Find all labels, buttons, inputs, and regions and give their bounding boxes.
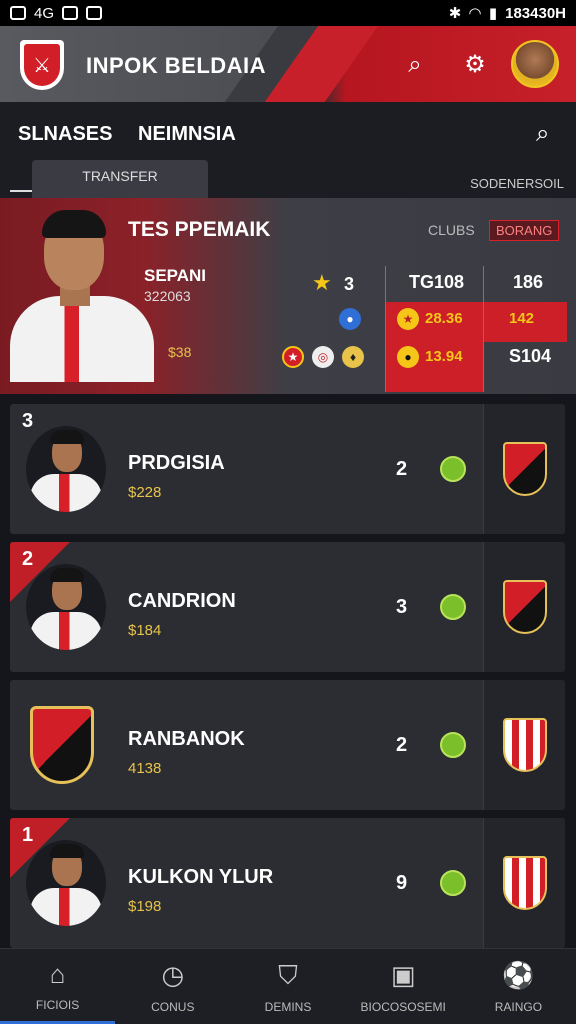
club-crest-icon xyxy=(502,718,547,772)
player-value: $228 xyxy=(128,484,162,501)
sort-label[interactable]: SODENERSOIL xyxy=(470,176,564,191)
stat-low-2: S104 xyxy=(509,346,552,366)
club-crest-icon xyxy=(502,442,547,496)
green-coin-icon[interactable] xyxy=(440,594,466,620)
avatar[interactable] xyxy=(511,40,559,88)
tab-neimnsia[interactable]: NEIMNSIA xyxy=(138,123,236,146)
green-coin-icon[interactable] xyxy=(440,456,466,482)
nav-item-conus[interactable]: ◷ CONUS xyxy=(115,949,230,1024)
app-notification-icon xyxy=(10,6,26,20)
player-count: 2 xyxy=(396,458,408,480)
nav-item-biocososemi[interactable]: ▣ BIOCOSOSEMI xyxy=(346,949,461,1024)
bottom-navigation: ⌂ FICIOIS ◷ CONUS ⛉ DEMINS ▣ BIOCOSOSEMI… xyxy=(0,948,576,1024)
gold-badge-icon: ♦ xyxy=(342,346,364,368)
bluetooth-icon: ✱ xyxy=(448,5,462,22)
stat-low-1: 13.94 xyxy=(425,348,463,365)
player-value: 4138 xyxy=(128,760,162,777)
app-title: INPOK BELDAIA xyxy=(86,53,267,78)
club-crest-icon xyxy=(30,706,94,784)
player-photo xyxy=(26,564,106,650)
nav-item-ficiois[interactable]: ⌂ FICIOIS xyxy=(0,949,116,1024)
player-name: RANBANOK xyxy=(128,728,245,750)
nav-item-demins[interactable]: ⛉ DEMINS xyxy=(230,949,345,1024)
tab-underline xyxy=(10,190,32,192)
coin-icon: ● xyxy=(397,346,419,368)
battery-icon: ▮ xyxy=(488,5,498,22)
nav-label: DEMINS xyxy=(264,999,312,1014)
nav-label: BIOCOSOSEMI xyxy=(360,999,446,1014)
list-item[interactable]: 2 CANDRION $184 3 xyxy=(10,542,565,672)
stat-head-1: TG108 xyxy=(409,272,465,292)
club-crest-panel xyxy=(483,818,565,948)
club-crest-panel xyxy=(483,404,565,534)
player-value: $184 xyxy=(128,622,162,639)
ball-badge-icon: ◎ xyxy=(312,346,334,368)
wifi-icon: ◠ xyxy=(469,5,481,22)
status-bar: 4G ✱ ◠ ▮ 183430H xyxy=(0,0,576,26)
nav-label: CONUS xyxy=(151,999,195,1014)
featured-player-name: TES PPEMAIK xyxy=(128,218,271,241)
message-notification-icon xyxy=(86,6,103,20)
club-logo-icon[interactable]: ⚔ xyxy=(20,40,64,90)
club-crest-icon xyxy=(502,856,547,910)
player-count: 9 xyxy=(396,872,408,894)
player-position: SEPANI xyxy=(144,266,207,285)
star-coin-icon: ★ xyxy=(397,308,419,330)
player-value: $38 xyxy=(168,344,192,360)
green-coin-icon[interactable] xyxy=(440,732,466,758)
player-photo xyxy=(26,426,106,512)
star-icon: ★ xyxy=(312,270,332,295)
clock-icon: ◷ xyxy=(161,960,185,990)
stat-mid-2: 142 xyxy=(509,310,535,327)
player-photo xyxy=(26,840,106,926)
player-name: CANDRION xyxy=(128,590,236,612)
rank-number: 3 xyxy=(22,410,34,432)
club-crest-panel xyxy=(483,680,565,810)
blue-coin-icon: ● xyxy=(339,308,361,330)
player-name: PRDGISIA xyxy=(128,452,225,474)
player-name: KULKON YLUR xyxy=(128,866,274,888)
player-count: 3 xyxy=(396,596,408,618)
star-count: 3 xyxy=(344,274,355,294)
stat-mid-1: 28.36 xyxy=(425,310,463,327)
search-icon[interactable]: ⌕ xyxy=(536,120,549,148)
player-value: $198 xyxy=(128,898,162,915)
image-notification-icon xyxy=(62,6,79,20)
featured-player-card[interactable]: TES PPEMAIK CLUBS BORANG SEPANI 322063 $… xyxy=(0,198,576,394)
rank-number: 2 xyxy=(22,548,34,570)
ball-icon: ⚽ xyxy=(502,960,535,990)
player-id: 322063 xyxy=(144,288,191,304)
sub-navigation: SLNASES NEIMNSIA ⌕ TRANSFER SODENERSOIL xyxy=(0,102,576,198)
club-crest-icon xyxy=(502,580,547,634)
tab-slnases[interactable]: SLNASES xyxy=(18,123,112,146)
stat-head-2: 186 xyxy=(513,272,544,292)
clock-text: 183430H xyxy=(505,4,566,22)
list-item[interactable]: RANBANOK 4138 2 xyxy=(10,680,565,810)
clubs-label[interactable]: CLUBS xyxy=(428,222,475,238)
nav-item-raingo[interactable]: ⚽ RAINGO xyxy=(461,949,576,1024)
stats-grid: TG108 ★ 28.36 ● 13.94 186 142 S104 xyxy=(385,266,567,392)
nav-label: RAINGO xyxy=(494,999,543,1014)
status-badge[interactable]: BORANG xyxy=(489,220,560,241)
list-item[interactable]: 1 KULKON YLUR $198 9 xyxy=(10,818,565,948)
player-count: 2 xyxy=(396,734,408,756)
nav-label: FICIOIS xyxy=(35,998,80,1012)
green-coin-icon[interactable] xyxy=(440,870,466,896)
gear-icon[interactable]: ⚙ xyxy=(460,50,490,80)
red-star-badge-icon: ★ xyxy=(282,346,304,368)
tv-icon: ▣ xyxy=(390,960,416,990)
tab-transfer[interactable]: TRANSFER xyxy=(32,160,208,198)
rank-number: 1 xyxy=(22,824,34,846)
search-icon[interactable]: ⌕ xyxy=(400,50,430,80)
network-label: 4G xyxy=(34,4,55,22)
list-item[interactable]: 3 PRDGISIA $228 2 xyxy=(10,404,565,534)
club-crest-panel xyxy=(483,542,565,672)
home-icon: ⌂ xyxy=(49,958,66,989)
shield-icon: ⛉ xyxy=(278,959,298,990)
app-header: ⚔ INPOK BELDAIA ⌕ ⚙ xyxy=(0,26,576,102)
